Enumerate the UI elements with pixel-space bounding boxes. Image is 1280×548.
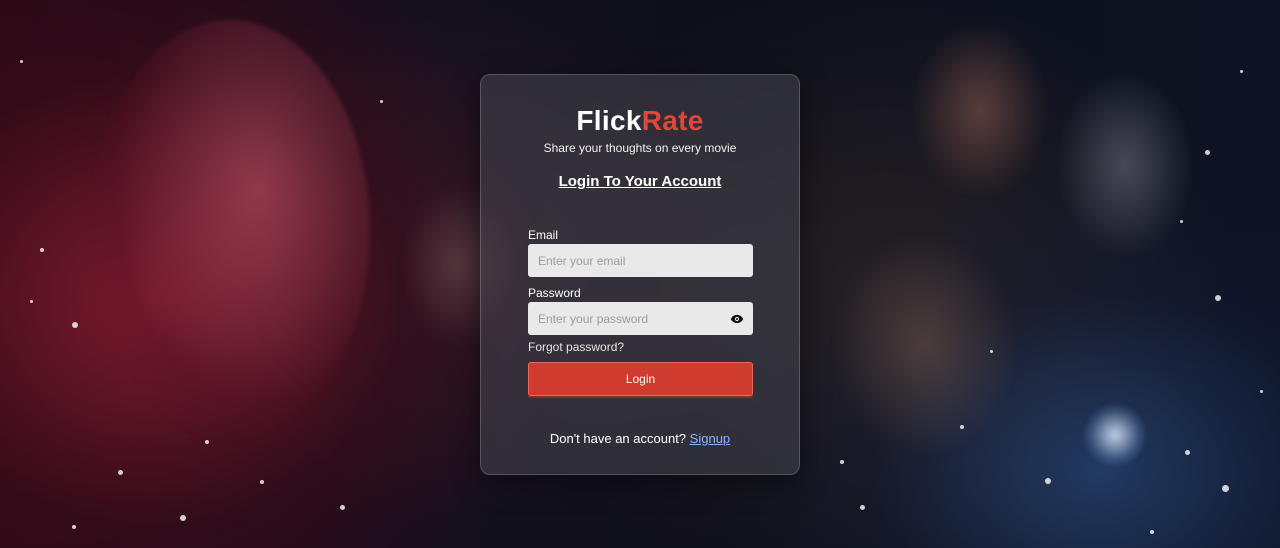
signup-row: Don't have an account? Signup bbox=[481, 431, 799, 446]
star bbox=[30, 300, 33, 303]
star bbox=[20, 60, 23, 63]
login-card: FlickRate Share your thoughts on every m… bbox=[480, 74, 800, 475]
brand-name-part1: Flick bbox=[576, 105, 642, 136]
star bbox=[860, 505, 865, 510]
star bbox=[260, 480, 264, 484]
star bbox=[205, 440, 209, 444]
page-title: Login To Your Account bbox=[558, 173, 722, 190]
brand-name-part2: Rate bbox=[641, 105, 704, 136]
star bbox=[1215, 295, 1221, 301]
star bbox=[72, 322, 78, 328]
brand-logo: FlickRate bbox=[481, 105, 799, 137]
star bbox=[1045, 478, 1051, 484]
star bbox=[40, 248, 44, 252]
signup-link[interactable]: Signup bbox=[690, 431, 730, 446]
login-button[interactable]: Login bbox=[528, 362, 753, 396]
star bbox=[180, 515, 186, 521]
forgot-password-link[interactable]: Forgot password? bbox=[528, 340, 624, 354]
poster-figure-right-2 bbox=[1055, 70, 1195, 260]
star bbox=[1205, 150, 1210, 155]
star bbox=[960, 425, 964, 429]
poster-figure-right-1 bbox=[910, 20, 1050, 200]
star bbox=[990, 350, 993, 353]
star bbox=[1180, 220, 1183, 223]
star bbox=[340, 505, 345, 510]
star bbox=[118, 470, 123, 475]
star bbox=[1185, 450, 1190, 455]
star bbox=[380, 100, 383, 103]
star bbox=[840, 460, 844, 464]
password-field[interactable] bbox=[528, 302, 753, 335]
poster-face-left bbox=[90, 20, 370, 440]
password-label: Password bbox=[528, 286, 581, 300]
star bbox=[1240, 70, 1243, 73]
star bbox=[1260, 390, 1263, 393]
email-label: Email bbox=[528, 228, 559, 242]
email-field[interactable] bbox=[528, 244, 753, 277]
poster-light bbox=[1085, 405, 1145, 465]
signup-prompt: Don't have an account? bbox=[549, 431, 687, 446]
star bbox=[1150, 530, 1154, 534]
star bbox=[72, 525, 76, 529]
tagline: Share your thoughts on every movie bbox=[543, 141, 737, 155]
eye-icon[interactable] bbox=[730, 312, 744, 326]
poster-figure-right-3 bbox=[830, 230, 1020, 460]
star bbox=[1222, 485, 1229, 492]
